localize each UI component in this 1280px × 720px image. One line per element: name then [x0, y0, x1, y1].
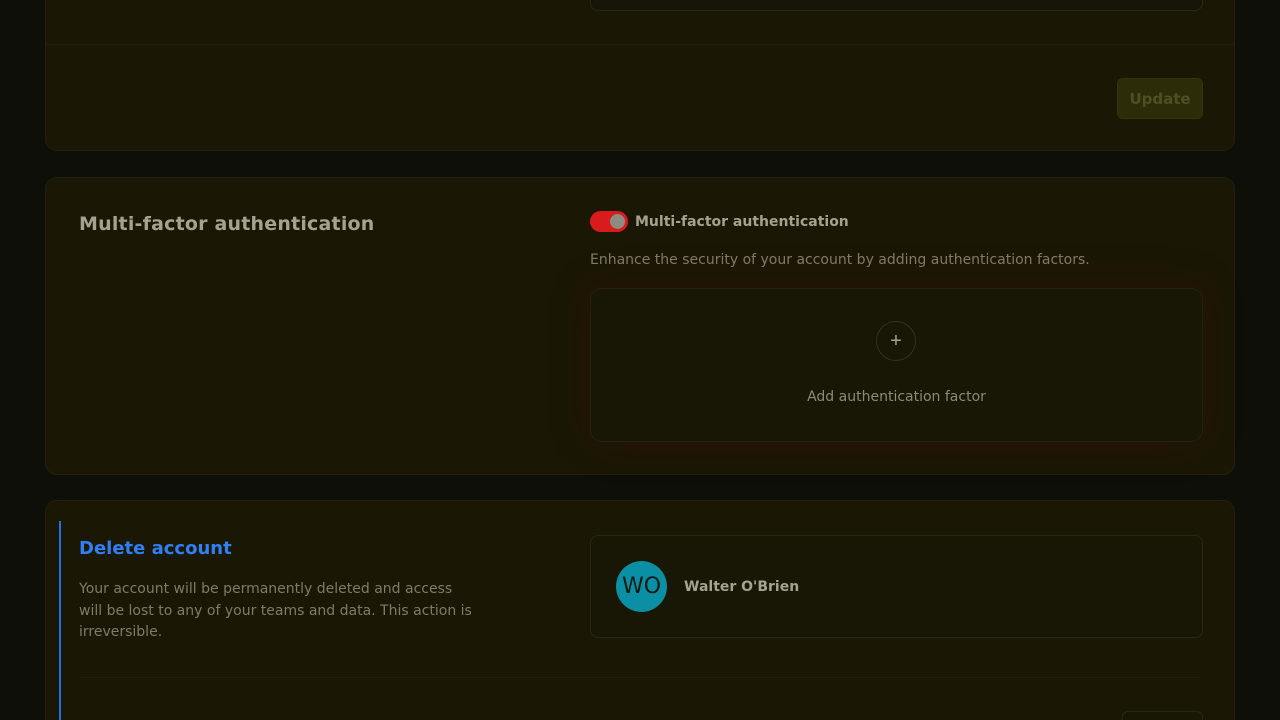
plus-icon[interactable]: +	[876, 321, 916, 361]
delete-account-card: Delete account Your account will be perm…	[45, 500, 1235, 720]
mfa-section-title: Multi-factor authentication	[79, 213, 375, 235]
update-button[interactable]: Update	[1117, 78, 1203, 119]
add-factor-panel[interactable]: + Add authentication factor	[590, 288, 1203, 442]
toggle-knob	[610, 214, 625, 229]
section-divider	[46, 44, 1234, 45]
user-name: Walter O'Brien	[684, 579, 800, 595]
delete-account-title: Delete account	[79, 538, 232, 559]
user-card: WO Walter O'Brien	[590, 535, 1203, 638]
delete-account-description: Your account will be permanently deleted…	[79, 581, 472, 640]
mfa-toggle[interactable]	[590, 211, 628, 232]
accent-bar	[59, 521, 61, 720]
delete-account-button[interactable]	[1122, 711, 1203, 720]
mfa-toggle-label: Multi-factor authentication	[635, 214, 849, 230]
mfa-card: Multi-factor authentication Multi-factor…	[45, 177, 1235, 475]
text-input-field[interactable]	[590, 0, 1203, 11]
avatar: WO	[616, 561, 667, 612]
account-settings-page: Update Multi-factor authentication Multi…	[0, 0, 1280, 720]
mfa-description: Enhance the security of your account by …	[590, 252, 1090, 268]
section-divider	[79, 677, 1201, 678]
add-factor-label: Add authentication factor	[807, 389, 986, 405]
profile-update-card: Update	[45, 0, 1235, 151]
